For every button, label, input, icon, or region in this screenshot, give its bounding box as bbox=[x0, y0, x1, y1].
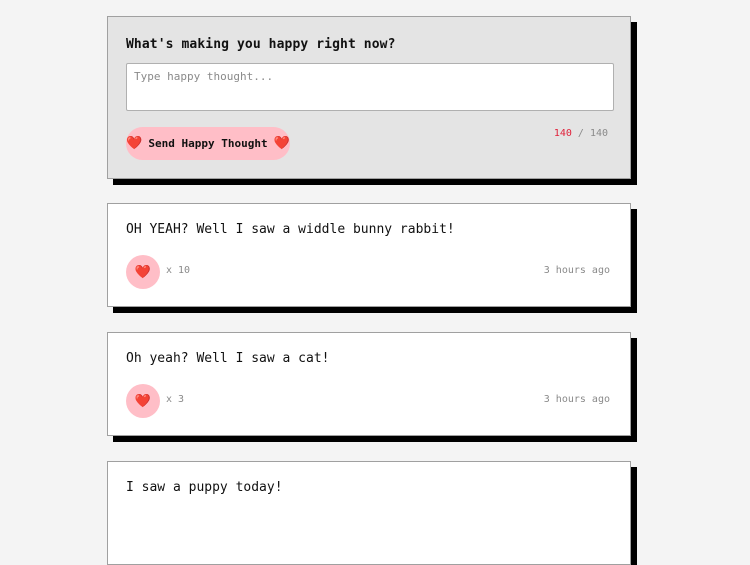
like-button[interactable]: ❤️ bbox=[126, 384, 160, 418]
heart-icon: ❤️ bbox=[134, 264, 152, 280]
like-count: x 3 bbox=[166, 394, 185, 405]
thought-message: OH YEAH? Well I saw a widdle bunny rabbi… bbox=[126, 222, 455, 237]
send-button-label: Send Happy Thought bbox=[148, 137, 268, 150]
happy-thought-input[interactable] bbox=[126, 63, 614, 111]
character-count-separator: / bbox=[571, 128, 590, 139]
heart-icon: ❤️ bbox=[126, 136, 143, 151]
thought-card: OH YEAH? Well I saw a widdle bunny rabbi… bbox=[107, 203, 631, 307]
character-counter: 140 / 140 bbox=[554, 128, 608, 139]
thought-timestamp: 3 hours ago bbox=[543, 265, 610, 276]
send-happy-thought-button[interactable]: ❤️ Send Happy Thought ❤️ bbox=[126, 127, 290, 160]
heart-icon: ❤️ bbox=[273, 136, 290, 151]
character-count-current: 140 bbox=[553, 128, 572, 139]
heart-icon: ❤️ bbox=[134, 393, 152, 409]
form-title: What's making you happy right now? bbox=[126, 37, 396, 52]
happy-thought-form: What's making you happy right now? ❤️ Se… bbox=[107, 16, 631, 179]
thought-card: I saw a puppy today! bbox=[107, 461, 631, 565]
character-count-max: 140 bbox=[589, 128, 608, 139]
thought-message: Oh yeah? Well I saw a cat! bbox=[126, 351, 330, 366]
like-button[interactable]: ❤️ bbox=[126, 255, 160, 289]
thought-timestamp: 3 hours ago bbox=[543, 394, 610, 405]
like-count: x 10 bbox=[166, 265, 191, 276]
thought-card: Oh yeah? Well I saw a cat! ❤️ x 3 3 hour… bbox=[107, 332, 631, 436]
thought-message: I saw a puppy today! bbox=[126, 480, 283, 495]
